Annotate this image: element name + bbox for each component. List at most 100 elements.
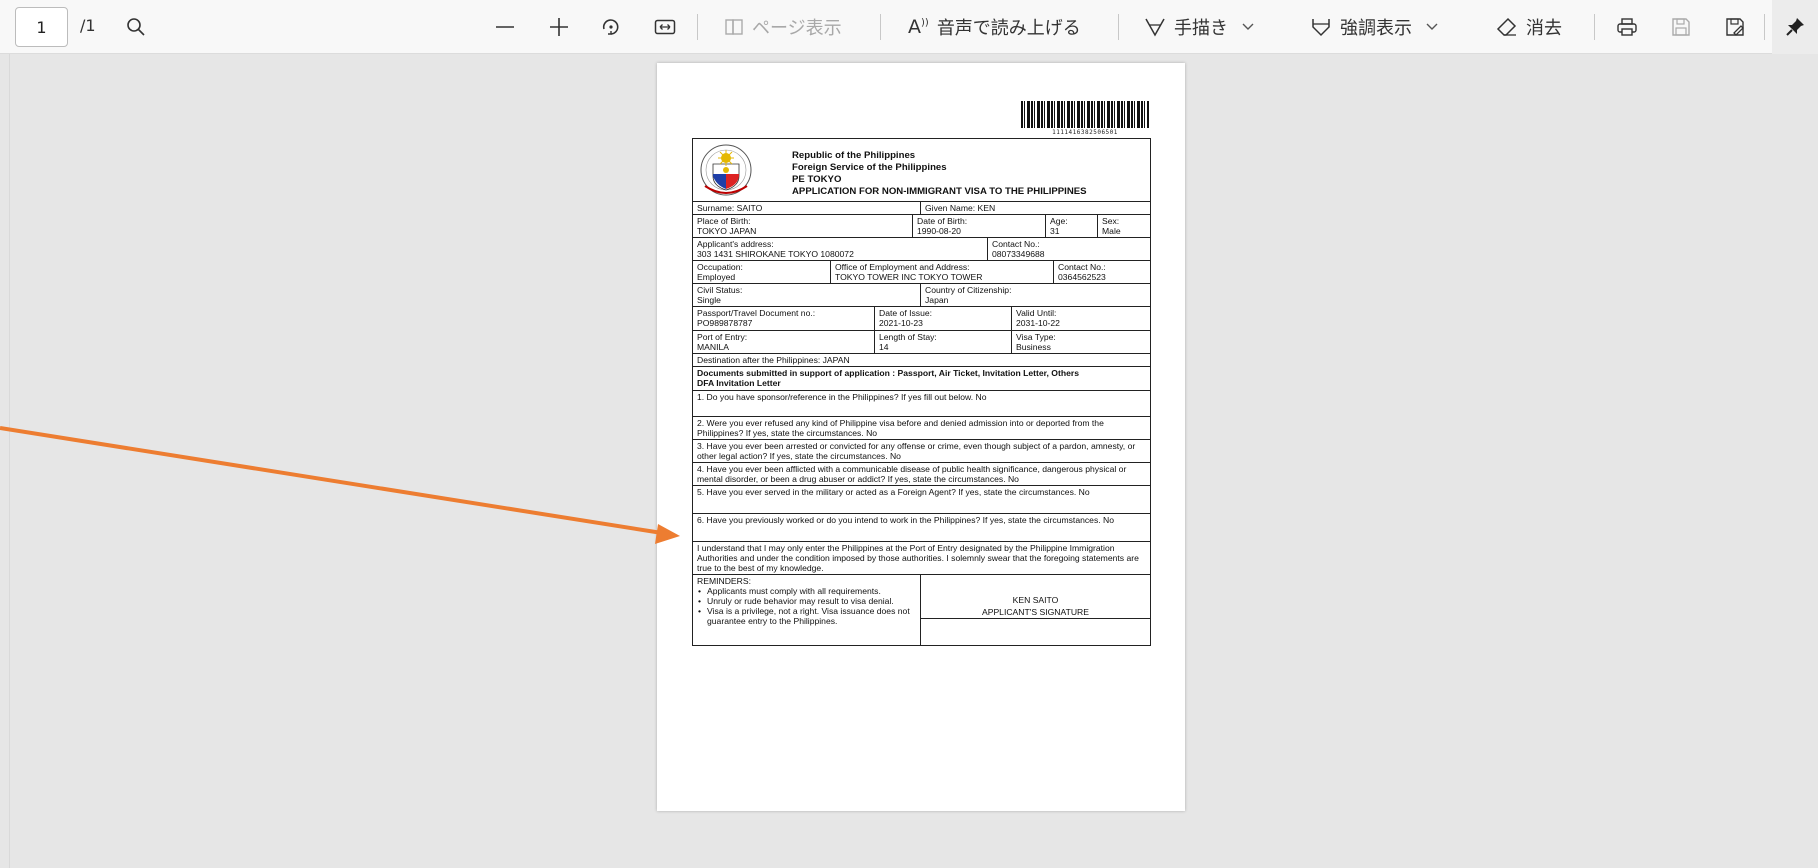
- sidebar-edge: [0, 54, 10, 868]
- valid-until-field: Valid Until: 2031-10-22: [1012, 307, 1150, 329]
- form-row: 4. Have you ever been afflicted with a c…: [693, 463, 1150, 487]
- signature-block: KEN SAITO APPLICANT'S SIGNATURE: [921, 575, 1150, 645]
- zoom-out-icon[interactable]: [494, 12, 516, 42]
- documents-text: Documents submitted in support of applic…: [697, 367, 1079, 378]
- form-row: Surname: SAITO Given Name: KEN: [693, 202, 1150, 216]
- field-value: 2021-10-23: [879, 318, 923, 329]
- field-value: TOKYO JAPAN: [697, 226, 757, 237]
- form-title: APPLICATION FOR NON-IMMIGRANT VISA TO TH…: [792, 185, 1087, 197]
- question-3: 3. Have you ever been arrested or convic…: [697, 440, 1136, 461]
- toolbar-divider: [1594, 14, 1595, 40]
- field-value: Male: [1102, 226, 1121, 237]
- search-icon[interactable]: [126, 12, 146, 42]
- field-label: Office of Employment and Address:: [835, 262, 970, 273]
- form-row: REMINDERS: Applicants must comply with a…: [693, 575, 1150, 646]
- form-row: 3. Have you ever been arrested or convic…: [693, 440, 1150, 463]
- reminders-list: Applicants must comply with all requirem…: [697, 586, 916, 626]
- field-label: Date of Birth:: [917, 216, 968, 227]
- page-number-input[interactable]: 1: [15, 7, 68, 47]
- draw-label: 手描き: [1174, 18, 1228, 39]
- erase-label: 消去: [1526, 18, 1562, 39]
- chevron-down-icon[interactable]: [1426, 23, 1438, 31]
- given-name-field: Given Name: KEN: [925, 203, 996, 213]
- philippine-seal-icon: [700, 144, 752, 196]
- field-value: 08073349688: [992, 249, 1045, 260]
- field-label: Contact No.:: [1058, 262, 1106, 273]
- form-row: 6. Have you previously worked or do you …: [693, 514, 1150, 543]
- field-label: Applicant's address:: [697, 239, 774, 250]
- field-label: Sex:: [1102, 216, 1120, 227]
- page-total: /1: [80, 16, 96, 35]
- form-row: 1. Do you have sponsor/reference in the …: [693, 391, 1150, 417]
- rotate-icon[interactable]: [600, 12, 622, 42]
- highlight-button[interactable]: 強調表示: [1310, 12, 1438, 42]
- question-2: 2. Were you ever refused any kind of Phi…: [697, 417, 1104, 438]
- field-value: MANILA: [697, 341, 729, 352]
- toolbar-divider: [697, 14, 698, 40]
- age-field: Age: 31: [1046, 215, 1098, 238]
- save-as-icon[interactable]: [1724, 12, 1746, 42]
- list-item: Applicants must comply with all requirem…: [697, 586, 916, 596]
- page-view-button[interactable]: ページ表示: [724, 12, 842, 42]
- declaration-text: I understand that I may only enter the P…: [697, 543, 1139, 574]
- pin-toolbar-icon[interactable]: [1772, 0, 1818, 54]
- form-row: 2. Were you ever refused any kind of Phi…: [693, 417, 1150, 440]
- office-contact-field: Contact No.: 0364562523: [1054, 261, 1150, 283]
- read-aloud-button[interactable]: A)) 音声で読み上げる: [908, 12, 1081, 42]
- question-1: 1. Do you have sponsor/reference in the …: [697, 391, 987, 402]
- occupation-field: Occupation: Employed: [693, 261, 831, 284]
- field-label: Passport/Travel Document no.:: [697, 308, 816, 319]
- issue-date-field: Date of Issue: 2021-10-23: [875, 307, 1012, 330]
- length-of-stay-field: Length of Stay: 14: [875, 330, 1012, 353]
- fit-width-icon[interactable]: [654, 12, 676, 42]
- signature-name: KEN SAITO: [1012, 595, 1059, 606]
- contact-field: Contact No.: 08073349688: [988, 238, 1150, 260]
- draw-icon: [1145, 18, 1165, 37]
- erase-button[interactable]: 消去: [1496, 12, 1562, 42]
- field-label: Civil Status:: [697, 285, 743, 296]
- chevron-down-icon[interactable]: [1242, 23, 1254, 31]
- form-title-block: Republic of the Philippines Foreign Serv…: [792, 150, 1087, 198]
- form-row: Place of Birth: TOKYO JAPAN Date of Birth…: [693, 215, 1150, 239]
- header-line: Foreign Service of the Philippines: [792, 161, 947, 173]
- field-value: Business: [1016, 341, 1051, 352]
- draw-button[interactable]: 手描き: [1144, 12, 1254, 42]
- form-row: Destination after the Philippines: JAPAN: [693, 354, 1150, 367]
- field-label: Place of Birth:: [697, 216, 751, 227]
- toolbar-divider: [1118, 14, 1119, 40]
- header-line: PE TOKYO: [792, 173, 842, 185]
- visa-type-field: Visa Type: Business: [1012, 331, 1150, 353]
- field-value: Employed: [697, 272, 736, 283]
- pdf-page[interactable]: 1111416382506501 Republic of the Philipp…: [657, 63, 1185, 811]
- header-line: Republic of the Philippines: [792, 150, 916, 161]
- save-icon[interactable]: [1670, 12, 1692, 42]
- destination-field: Destination after the Philippines: JAPAN: [697, 354, 850, 365]
- highlight-label: 強調表示: [1340, 18, 1412, 39]
- toolbar-divider: [880, 14, 881, 40]
- documents-text: DFA Invitation Letter: [697, 377, 781, 388]
- form-row: 5. Have you ever served in the military …: [693, 486, 1150, 515]
- field-label: Port of Entry:: [697, 331, 748, 342]
- zoom-in-icon[interactable]: [548, 12, 570, 42]
- field-value: PO989878787: [697, 318, 753, 329]
- field-label: Country of Citizenship:: [925, 285, 1012, 296]
- print-icon[interactable]: [1616, 12, 1638, 42]
- field-value: Single: [697, 295, 721, 306]
- field-value: 0364562523: [1058, 272, 1106, 283]
- place-of-birth-field: Place of Birth: TOKYO JAPAN: [693, 215, 913, 238]
- field-value: 14: [879, 341, 889, 352]
- civil-status-field: Civil Status: Single: [693, 284, 921, 307]
- field-value: TOKYO TOWER INC TOKYO TOWER: [835, 272, 983, 283]
- form-row: Civil Status: Single Country of Citizensh…: [693, 284, 1150, 308]
- form-row: Passport/Travel Document no.: PO989878787…: [693, 307, 1150, 331]
- date-of-birth-field: Date of Birth: 1990-08-20: [913, 215, 1046, 238]
- sex-field: Sex: Male: [1098, 215, 1150, 237]
- field-value: 1990-08-20: [917, 226, 961, 237]
- surname-field: Surname: SAITO: [693, 202, 921, 215]
- field-label: Contact No.:: [992, 239, 1040, 250]
- signature-label: APPLICANT'S SIGNATURE: [981, 607, 1089, 618]
- read-aloud-icon: A)): [908, 16, 929, 38]
- toolbar-divider: [1764, 14, 1765, 40]
- pdf-toolbar: 1 /1 ページ表示 A)) 音声で読み上げる 手描き 強調表示 消去: [0, 0, 1818, 54]
- question-4: 4. Have you ever been afflicted with a c…: [697, 463, 1127, 484]
